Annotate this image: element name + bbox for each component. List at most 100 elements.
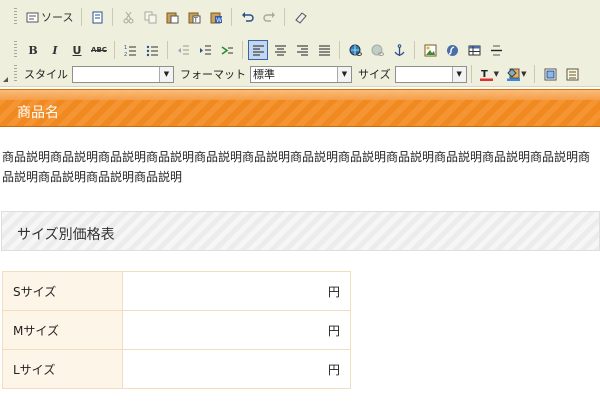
align-left-icon [252, 45, 264, 55]
globe-unlink-icon [371, 44, 384, 56]
toolbar-grip[interactable] [14, 65, 17, 83]
toolbar-row-3: スタイル ▼ フォーマット 標準 ▼ サイズ ▼ T ▼ ▼ [14, 63, 583, 85]
separator [414, 41, 415, 59]
italic-icon: I [52, 43, 58, 57]
maximize-icon [544, 68, 557, 80]
source-button[interactable]: ソース [23, 7, 76, 27]
product-description: 商品説明商品説明商品説明商品説明商品説明商品説明商品説明商品説明商品説明商品説明… [2, 150, 591, 184]
redo-icon [263, 11, 275, 22]
anchor-icon [393, 43, 405, 56]
paste-word-button[interactable]: W [206, 7, 226, 27]
align-left-button[interactable] [248, 40, 268, 60]
separator [339, 41, 340, 59]
align-center-button[interactable] [270, 40, 290, 60]
separator [470, 65, 472, 83]
svg-text:T: T [481, 69, 488, 80]
svg-text:2: 2 [124, 52, 127, 57]
eraser-icon [295, 11, 307, 24]
toolbar-row-2: B I U ABC 12 [14, 39, 507, 61]
product-title: 商品名 [17, 105, 59, 121]
bulleted-list-icon [146, 45, 158, 56]
chevron-down-icon[interactable]: ▼ [159, 66, 173, 82]
justify-button[interactable] [314, 40, 334, 60]
table-button[interactable] [464, 40, 484, 60]
blockquote-icon [221, 45, 233, 55]
show-blocks-button[interactable] [562, 64, 582, 84]
price-cell: 円 [122, 349, 351, 389]
scissors-icon [123, 11, 134, 23]
text-color-button[interactable]: T ▼ [477, 64, 502, 84]
background-color-button[interactable]: ▼ [504, 64, 529, 84]
source-button-label: ソース [41, 11, 74, 24]
bold-icon: B [28, 43, 38, 57]
separator [114, 41, 115, 59]
size-cell: Lサイズ [2, 349, 123, 389]
format-combo-value: 標準 [253, 68, 275, 81]
flash-button[interactable] [442, 40, 462, 60]
separator [284, 8, 286, 26]
indent-button[interactable] [195, 40, 215, 60]
image-button[interactable] [420, 40, 440, 60]
clipboard-icon [166, 12, 179, 23]
anchor-button[interactable] [389, 40, 409, 60]
redo-button[interactable] [259, 7, 279, 27]
table-row: Sサイズ 円 [2, 271, 351, 311]
paste-button[interactable] [162, 7, 182, 27]
copy-icon [144, 11, 157, 23]
document-icon [92, 11, 103, 23]
source-icon [26, 12, 39, 22]
align-right-button[interactable] [292, 40, 312, 60]
separator [81, 8, 83, 26]
toolbar-grip[interactable] [14, 8, 17, 26]
bulleted-list-button[interactable] [142, 40, 162, 60]
underline-icon: U [72, 43, 82, 57]
bold-button[interactable]: B [23, 40, 43, 60]
chevron-down-icon[interactable]: ▼ [337, 66, 351, 82]
outdent-icon [177, 45, 189, 54]
price-table: Sサイズ 円 Mサイズ 円 Lサイズ 円 [2, 271, 351, 389]
paste-text-button[interactable]: T [184, 7, 204, 27]
size-combo[interactable]: ▼ [394, 65, 467, 83]
toolbar-grip[interactable] [14, 41, 17, 59]
price-cell: 円 [122, 271, 351, 311]
eraser-button[interactable] [290, 7, 310, 27]
undo-icon [241, 11, 254, 22]
strikethrough-button[interactable]: ABC [89, 40, 109, 60]
table-row: Lサイズ 円 [2, 349, 351, 389]
link-button[interactable] [345, 40, 365, 60]
size-cell: Mサイズ [2, 310, 123, 350]
price-section-header: サイズ別価格表 [1, 211, 600, 251]
separator [242, 41, 243, 59]
collapse-toolbar-icon[interactable] [3, 77, 8, 82]
underline-button[interactable]: U [67, 40, 87, 60]
italic-button[interactable]: I [45, 40, 65, 60]
maximize-button[interactable] [540, 64, 560, 84]
style-combo[interactable]: ▼ [72, 65, 174, 83]
svg-text:1: 1 [124, 45, 127, 51]
unlink-button[interactable] [367, 40, 387, 60]
style-label: スタイル [24, 68, 68, 81]
svg-text:T: T [193, 17, 198, 24]
numbered-list-icon: 12 [124, 45, 136, 57]
editor-toolbar: ソース T W B I U ABC 1 2 スタイル ▼ フォーマット 標準 ▼… [0, 0, 600, 87]
format-label: フォーマット [180, 68, 246, 81]
templates-button[interactable] [87, 7, 107, 27]
chevron-down-icon[interactable]: ▼ [451, 66, 466, 82]
size-label: サイズ [358, 68, 391, 81]
blockquote-button[interactable] [217, 40, 237, 60]
outdent-button[interactable] [173, 40, 193, 60]
flash-icon [446, 44, 458, 56]
table-row: Mサイズ 円 [2, 310, 351, 350]
separator [231, 8, 233, 26]
product-title-bar: 商品名 [0, 89, 600, 127]
horizontal-rule-button[interactable] [486, 40, 506, 60]
cut-button[interactable] [118, 7, 138, 27]
numbered-list-button[interactable]: 12 [120, 40, 140, 60]
clipboard-word-icon: W [210, 12, 222, 24]
separator [534, 65, 536, 83]
size-cell: Sサイズ [2, 271, 123, 311]
copy-button[interactable] [140, 7, 160, 27]
format-combo[interactable]: 標準 ▼ [250, 65, 352, 83]
undo-button[interactable] [237, 7, 257, 27]
price-cell: 円 [122, 310, 351, 350]
